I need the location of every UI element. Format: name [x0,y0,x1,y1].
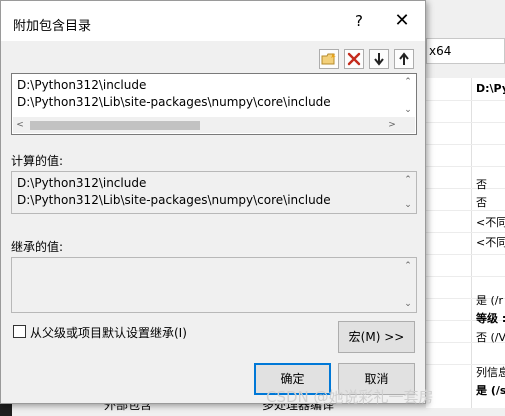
new-line-button[interactable] [319,49,339,69]
inherited-values-box: ⌃ ⌄ [11,257,417,313]
scroll-up-icon[interactable]: ⌃ [401,259,415,273]
include-dirs-dialog: 附加包含目录 ? ✕ D:\Python312\include D:\Pytho… [0,0,426,404]
grid-value[interactable]: 是 (/s [476,382,505,398]
new-line-icon [321,53,336,65]
dialog-title: 附加包含目录 [13,19,92,34]
vertical-scrollbar[interactable]: ⌃ ⌄ [401,259,415,311]
scroll-down-icon[interactable]: ⌄ [401,103,415,117]
macros-button[interactable]: 宏(M) >> [338,321,415,353]
scroll-up-icon[interactable]: ⌃ [401,173,415,187]
grid-value[interactable]: 列信息 [476,364,505,380]
grid-divider [471,78,472,408]
grid-value[interactable]: <不同 [476,234,505,250]
grid-line [426,232,505,233]
scroll-right-icon[interactable]: > [385,119,399,131]
grid-value[interactable]: 否 [476,194,487,210]
vertical-scrollbar[interactable]: ⌃ ⌄ [401,75,415,117]
grid-value[interactable]: <不同 [476,214,505,230]
paths-editor[interactable]: D:\Python312\include D:\Python312\Lib\si… [11,73,417,135]
move-up-button[interactable] [394,49,414,69]
vertical-scrollbar[interactable]: ⌃ ⌄ [401,173,415,212]
scroll-left-icon[interactable]: < [13,119,27,131]
evaluated-line: D:\Python312\include [17,176,147,190]
evaluated-line: D:\Python312\Lib\site-packages\numpy\cor… [17,193,331,207]
property-grid: D:\Py 否 否 <不同 <不同 是 (/r 等级 : 否 (/V 列信息 是… [426,78,505,408]
close-button[interactable]: ✕ [381,5,423,37]
grid-line [426,122,505,123]
grid-value[interactable]: 是 (/r [476,292,503,308]
move-down-button[interactable] [369,49,389,69]
path-line[interactable]: D:\Python312\include [17,78,146,92]
grid-line [426,254,505,255]
title-bar: 附加包含目录 ? ✕ [1,1,425,41]
grid-line [426,100,505,101]
evaluated-values-box: D:\Python312\include D:\Python312\Lib\si… [11,171,417,214]
delete-icon [347,52,361,66]
scrollbar-thumb[interactable] [30,121,200,130]
inherit-checkbox-label[interactable]: 从父级或项目默认设置继承(I) [30,324,187,341]
grid-value[interactable]: 等级 : [476,310,505,326]
grid-line [426,276,505,277]
scroll-down-icon[interactable]: ⌄ [401,297,415,311]
grid-value[interactable]: 否 [476,176,487,192]
help-button[interactable]: ? [341,5,377,37]
watermark: CSDN @她说彩礼一套房 [266,388,434,406]
grid-line [426,166,505,167]
scroll-up-icon[interactable]: ⌃ [401,75,415,89]
path-line[interactable]: D:\Python312\Lib\site-packages\numpy\cor… [17,95,331,109]
grid-value[interactable]: D:\Py [476,82,505,95]
grid-line [426,210,505,211]
inherited-label: 继承的值: [11,240,64,254]
grid-value[interactable]: 否 (/V [476,329,505,345]
delete-button[interactable] [344,49,364,69]
platform-dropdown[interactable]: x64 [426,38,505,64]
inherit-checkbox[interactable] [13,325,26,338]
grid-line [426,144,505,145]
horizontal-scrollbar[interactable]: < > [13,117,415,133]
arrow-up-icon [399,52,409,65]
evaluated-label: 计算的值: [11,154,64,168]
grid-line [426,188,505,189]
arrow-down-icon [374,53,384,66]
scroll-down-icon[interactable]: ⌄ [401,198,415,212]
